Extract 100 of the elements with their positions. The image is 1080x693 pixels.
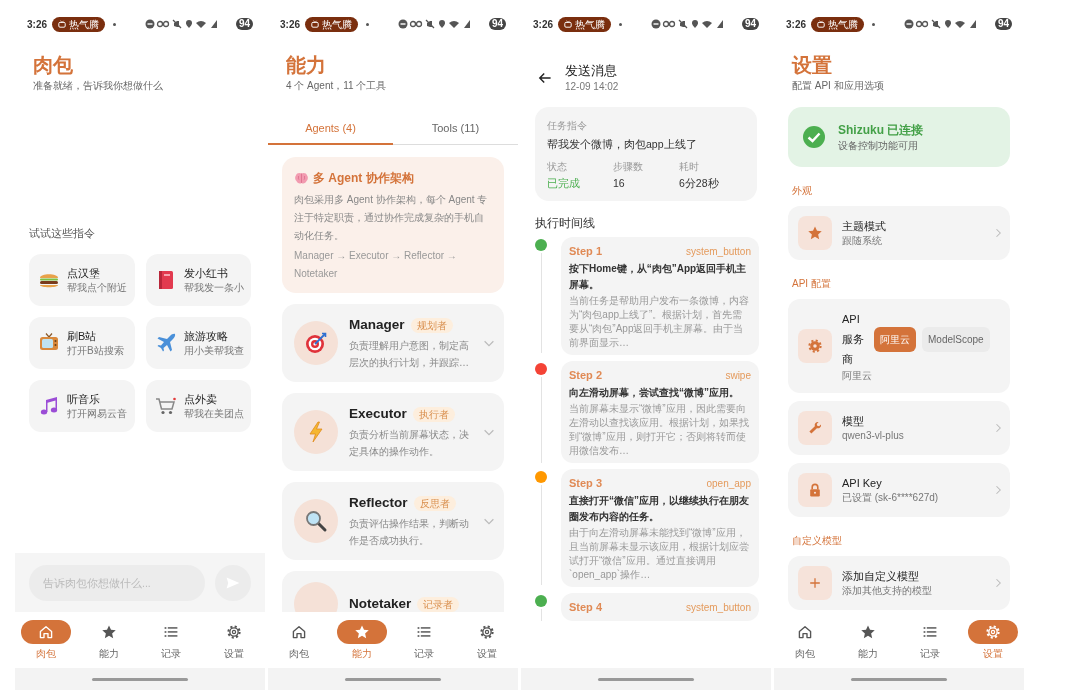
field-label: 任务指令 (547, 119, 588, 132)
intro-title: 多 Agent 协作架构 (313, 170, 414, 187)
step-summary: 直接打开“微信”应用，以继续执行在朋友圈发布内容的任务。 (569, 494, 750, 524)
notification-chip: 热气腾 (558, 16, 611, 32)
nav-item[interactable]: 设置 (961, 612, 1024, 668)
field-value: 6分28秒 (679, 176, 720, 191)
step-action: open_app (706, 477, 751, 491)
connection-subtitle: 设备控制功能可用 (838, 139, 919, 153)
agent-name: Executor (349, 405, 407, 423)
role-tag: 反思者 (413, 495, 456, 511)
tv-icon (817, 20, 825, 28)
star-icon (859, 624, 876, 640)
connection-title: Shizuku 已连接 (838, 122, 924, 139)
notification-chip: 热气腾 (811, 16, 864, 32)
settings-item[interactable]: 主题模式 跟随系统 (788, 206, 1010, 260)
agent-card[interactable]: Notetaker 记录者 (282, 571, 504, 612)
item-title: 主题模式 (842, 219, 887, 234)
settings-icon (798, 329, 832, 363)
field-label: 耗时 (679, 160, 700, 173)
suggestion-card[interactable]: 点外卖 帮我在美团点 (145, 379, 251, 432)
step-summary: 按下Home键，从“肉包”App返回手机主屏幕。 (569, 262, 748, 292)
task-text: 帮我发个微博，肉包app上线了 (547, 137, 698, 152)
home-indicator[interactable] (345, 677, 441, 681)
step-title: Step 2 (569, 368, 602, 383)
tab[interactable]: Tools (11) (393, 113, 518, 145)
brain-icon (294, 170, 309, 186)
option-chip[interactable]: 阿里云 (874, 326, 916, 352)
suggestion-subtitle: 帮我在美团点 (183, 406, 244, 420)
status-time: 3:26 (27, 17, 47, 32)
settings-icon (478, 624, 495, 640)
home-indicator[interactable] (851, 677, 947, 681)
suggestion-card[interactable]: 听音乐 打开网易云音 (29, 379, 135, 432)
suggestion-title: 点汉堡 (67, 265, 101, 281)
wrench-icon (798, 411, 832, 445)
tab[interactable]: Agents (4) (268, 113, 393, 145)
nav-item[interactable]: 记录 (393, 612, 456, 668)
section-heading: API 配置 (792, 277, 832, 291)
status-time: 3:26 (533, 17, 553, 32)
role-tag: 规划者 (410, 317, 453, 333)
item-subtitle: 阿里云 (842, 369, 873, 383)
nav-item[interactable]: 能力 (836, 612, 899, 668)
step-action: system_button (685, 601, 751, 615)
suggestion-subtitle: 打开B站搜索 (67, 343, 124, 357)
nav-item[interactable]: 记录 (899, 612, 962, 668)
step-reason: 当前屏幕未显示“微博”应用，因此需要向左滑动以查找该应用。根据计划，如果找到“微博”应用，则打开它；否则将转而使用微信发布… (569, 402, 750, 458)
agent-flow: Manager → Executor → Reflector → Notetaker (294, 249, 458, 281)
agent-card[interactable]: Reflector 反思者 负责评估操作结果，判断动作是否成功执行。 (282, 482, 504, 560)
agent-name: Reflector (349, 494, 408, 512)
agent-name: Notetaker (349, 595, 412, 612)
suggestion-title: 听音乐 (67, 391, 101, 407)
page-subtitle: 4 个 Agent，11 个工具 (286, 79, 388, 93)
item-title: 模型 (842, 414, 865, 429)
home-indicator[interactable] (598, 677, 694, 681)
settings-item[interactable]: API Key 已设置 (sk-6****627d) (788, 463, 1010, 517)
home-icon (38, 624, 55, 640)
agent-card[interactable]: Executor 执行者 负责分析当前屏幕状态，决定具体的操作动作。 (282, 393, 504, 471)
lock-icon (798, 473, 832, 507)
status-time: 3:26 (786, 17, 806, 32)
nav-item[interactable]: 肉包 (15, 612, 78, 668)
page-title: 发送消息 (565, 62, 618, 80)
nav-item[interactable]: 设置 (455, 612, 518, 668)
section-heading: 自定义模型 (792, 534, 843, 548)
task-date: 12-09 14:02 (565, 80, 619, 93)
page-title: 肉包 (33, 53, 74, 78)
field-value: 16 (613, 176, 626, 191)
settings-item[interactable]: 模型 qwen3-vl-plus (788, 401, 1010, 455)
target-icon (294, 321, 338, 365)
nav-item[interactable]: 肉包 (774, 612, 837, 668)
section-heading: 试试这些指令 (29, 226, 96, 241)
page-subtitle: 准备就绪，告诉我你想做什么 (33, 79, 164, 93)
agent-card[interactable]: Manager 规划者 负责理解用户意图，制定高层次的执行计划，并跟踪… (282, 304, 504, 382)
suggestion-card[interactable]: 发小红书 帮我发一条小 (145, 253, 251, 306)
nav-item[interactable]: 设置 (202, 612, 265, 668)
nav-item[interactable]: 能力 (77, 612, 140, 668)
step-title: Step 4 (569, 600, 602, 615)
suggestion-card[interactable]: 旅游攻略 用小美帮我查 (145, 316, 251, 369)
item-subtitle: 已设置 (sk-6****627d) (842, 491, 940, 505)
suggestion-subtitle: 用小美帮我查 (183, 343, 244, 357)
settings-item[interactable]: API 服务商 阿里云 ModelScope 阿里云 (788, 299, 1010, 393)
section-heading: 执行时间线 (535, 215, 596, 231)
star-icon (353, 624, 370, 640)
notification-dot (619, 22, 622, 26)
nav-item[interactable]: 记录 (140, 612, 203, 668)
notification-dot (366, 22, 369, 26)
option-chip[interactable]: ModelScope (922, 326, 990, 352)
home-indicator[interactable] (92, 677, 188, 681)
suggestion-card[interactable]: 刷B站 打开B站搜索 (29, 316, 135, 369)
agent-name: Manager (349, 316, 405, 334)
agent-description: 负责分析当前屏幕状态，决定具体的操作动作。 (349, 428, 470, 459)
suggestion-title: 刷B站 (67, 328, 98, 344)
suggestion-card[interactable]: 点汉堡 帮我点个附近 (29, 253, 135, 306)
nav-item[interactable]: 肉包 (268, 612, 331, 668)
item-subtitle: 添加其他支持的模型 (842, 584, 933, 598)
notification-chip: 热气腾 (52, 16, 105, 32)
suggestion-subtitle: 帮我发一条小 (183, 280, 244, 294)
nav-item[interactable]: 能力 (330, 612, 393, 668)
settings-icon (225, 624, 242, 640)
notification-dot (113, 22, 116, 26)
suggestion-subtitle: 帮我点个附近 (67, 280, 127, 294)
settings-item[interactable]: 添加自定义模型 添加其他支持的模型 (788, 556, 1010, 610)
